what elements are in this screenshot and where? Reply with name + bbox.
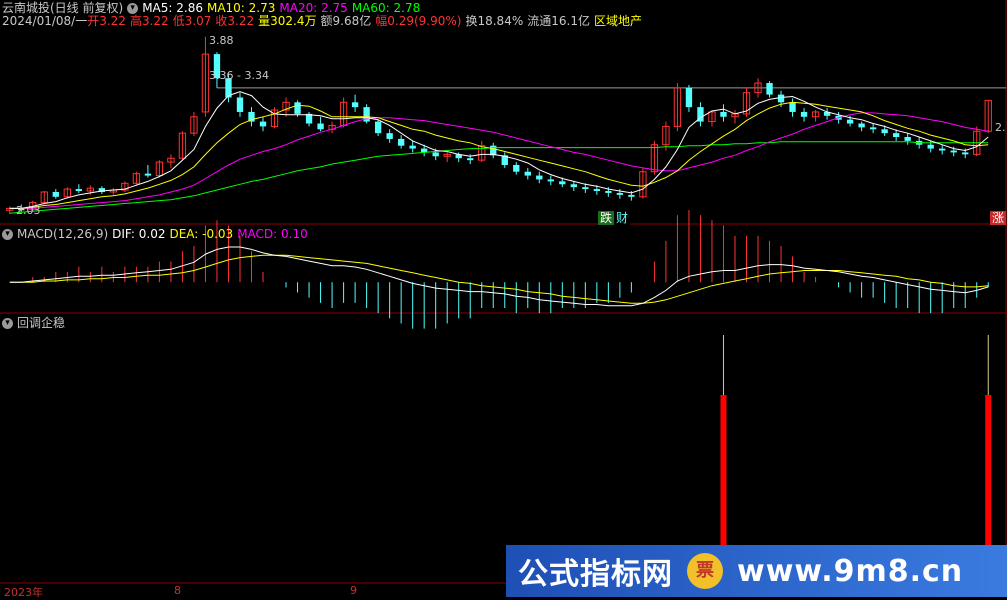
candle-body (524, 171, 531, 176)
stock-chart[interactable]: 3.88 3.36 - 3.34 2.03 2. (0, 0, 1007, 597)
indicator-header: ▾ 回调企稳 (2, 315, 69, 331)
badge-cai[interactable]: 财 (614, 211, 631, 225)
candle-body (605, 191, 612, 193)
turnover-label: 换18.84% (465, 14, 524, 28)
candle-body (144, 173, 152, 176)
sector-label[interactable]: 区域地产 (594, 14, 642, 28)
candle-body (351, 102, 359, 108)
badge-die[interactable]: 跌 (598, 211, 615, 225)
amount-label: 额9.68亿 (320, 14, 372, 28)
macd-name[interactable]: MACD(12,26,9) (17, 227, 108, 241)
candle-body (593, 189, 601, 192)
macd-value-label: MACD: 0.10 (237, 227, 308, 241)
dif-label: DIF: 0.02 (112, 227, 166, 241)
candle-body (962, 152, 969, 155)
dif-line (9, 246, 989, 307)
candle-body (881, 129, 888, 134)
candle-body (52, 191, 59, 197)
candle-body (467, 158, 474, 161)
x-axis-label: 9 (350, 584, 357, 597)
candlestick-layer (6, 36, 992, 215)
candle-body (789, 102, 796, 112)
candle-body (766, 83, 773, 95)
candle-body (720, 111, 727, 117)
candle-body (294, 102, 301, 114)
candle-body (628, 194, 635, 197)
high-label: 高3.22 (129, 14, 169, 28)
candle-body (236, 97, 244, 112)
dea-line (9, 254, 989, 304)
candle-body (846, 119, 854, 124)
indicator-name[interactable]: 回调企稳 (17, 316, 65, 330)
candle-body (317, 123, 324, 130)
change-label: 幅0.29(9.90%) (375, 14, 462, 28)
date-label: 2024/01/08/一 (2, 14, 88, 28)
chevron-down-icon[interactable]: ▾ (2, 229, 13, 240)
candle-body (950, 150, 957, 153)
candle-body (904, 137, 911, 141)
dea-label: DEA: -0.03 (169, 227, 234, 241)
candle-body (374, 121, 382, 134)
candle-body (259, 121, 267, 127)
watermark-logo-icon: 票 (687, 553, 723, 589)
candle-body (939, 148, 946, 151)
candle-body (616, 192, 624, 195)
close-label: 收3.22 (215, 14, 255, 28)
candle-body (685, 87, 693, 108)
candle-body (559, 181, 566, 185)
candle-body (536, 175, 543, 180)
candle-body (570, 184, 577, 188)
watermark-banner: 公式指标网 票 www.9m8.cn (506, 545, 1007, 597)
chevron-down-icon[interactable]: ▾ (2, 318, 13, 329)
panel-grid (0, 0, 1007, 597)
candle-body (432, 152, 439, 157)
candle-body (800, 111, 808, 117)
right-price-label: 2. (995, 121, 1006, 134)
moving-average-lines (9, 91, 989, 214)
x-axis-label: 2023年 (4, 586, 43, 599)
ohlc-header: 2024/01/08/一开3.22 高3.22 低3.07 收3.22 量302.4万额… (2, 13, 646, 29)
candle-body (409, 145, 416, 149)
price-annotations: 3.88 3.36 - 3.34 2.03 2. (16, 34, 1006, 217)
candle-body (858, 123, 865, 128)
badge-zhang[interactable]: 涨 (990, 211, 1007, 225)
high-price-label: 3.88 (209, 34, 234, 47)
range-label: 3.36 - 3.34 (209, 69, 269, 82)
x-axis-label: 8 (174, 584, 181, 597)
float-cap-label: 流通16.1亿 (527, 14, 590, 28)
low-price-label: 2.03 (16, 204, 41, 217)
candle-body (75, 189, 82, 192)
candle-body (777, 94, 785, 103)
open-label: 开3.22 (87, 14, 126, 28)
ma20-line (9, 112, 989, 209)
candle-body (582, 187, 589, 190)
candle-body (869, 127, 877, 130)
watermark-url: www.9m8.cn (737, 553, 964, 589)
candle-body (927, 144, 934, 149)
candle-body (397, 138, 405, 146)
candle-body (892, 133, 900, 138)
candle-body (513, 164, 520, 172)
watermark-text: 公式指标网 (518, 557, 673, 592)
candle-body (386, 133, 393, 139)
macd-header: ▾ MACD(12,26,9) DIF: 0.02 DEA: -0.03 MACD: 0… (2, 226, 312, 242)
volume-label: 量302.4万 (258, 14, 317, 28)
candle-body (547, 179, 554, 182)
low-label: 低3.07 (172, 14, 212, 28)
